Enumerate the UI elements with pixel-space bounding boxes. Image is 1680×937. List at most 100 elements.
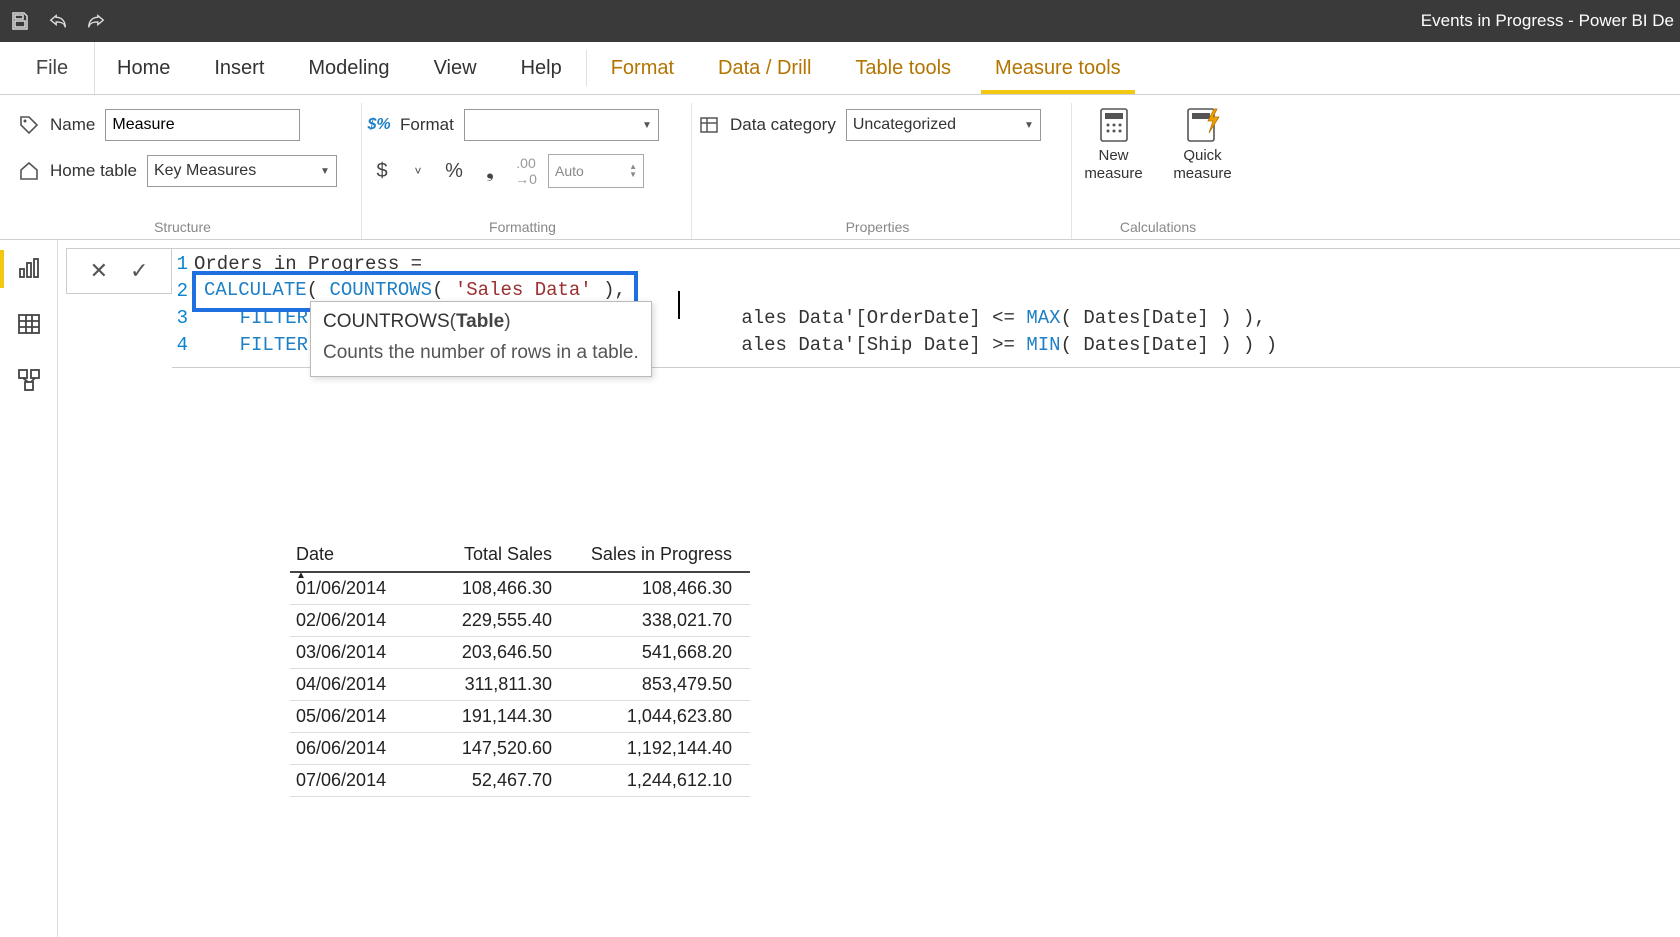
group-label-properties: Properties	[698, 215, 1057, 235]
tab-home[interactable]: Home	[95, 42, 192, 94]
name-label: Name	[50, 115, 95, 135]
cell-total: 203,646.50	[410, 637, 570, 669]
cell-date: 06/06/2014	[290, 733, 410, 765]
calculator-icon	[1093, 107, 1135, 143]
cell-progress: 1,192,144.40	[570, 733, 750, 765]
report-canvas: ✕ ✓ 1 Orders in Progress = 2 3 FILTER(	[58, 240, 1680, 937]
tooltip-function: COUNTROWS	[323, 311, 450, 332]
group-label-calculations: Calculations	[1078, 215, 1238, 235]
cell-total: 108,466.30	[410, 572, 570, 605]
ribbon-group-structure: Name Home table Key Measures ▼ Structure	[12, 103, 362, 239]
cell-date: 07/06/2014	[290, 765, 410, 797]
tooltip-description: Counts the number of rows in a table.	[323, 339, 639, 366]
line-number: 2	[172, 278, 194, 305]
chevron-down-icon: ▼	[642, 120, 652, 131]
ribbon-tabs: File HomeInsertModelingViewHelpFormatDat…	[0, 42, 1680, 95]
workspace: ✕ ✓ 1 Orders in Progress = 2 3 FILTER(	[0, 240, 1680, 937]
formula-bar[interactable]: 1 Orders in Progress = 2 3 FILTER( ales …	[172, 248, 1680, 368]
cell-total: 147,520.60	[410, 733, 570, 765]
table-row[interactable]: 03/06/2014203,646.50541,668.20	[290, 637, 750, 669]
data-view-icon[interactable]	[15, 310, 43, 338]
tab-data-drill[interactable]: Data / Drill	[696, 42, 833, 94]
cell-date: 02/06/2014	[290, 605, 410, 637]
tab-view[interactable]: View	[412, 42, 499, 94]
data-category-select[interactable]: Uncategorized ▼	[846, 109, 1041, 141]
table-row[interactable]: 06/06/2014147,520.601,192,144.40	[290, 733, 750, 765]
cell-progress: 853,479.50	[570, 669, 750, 701]
cell-total: 191,144.30	[410, 701, 570, 733]
new-measure-label: New measure	[1084, 147, 1142, 183]
tab-modeling[interactable]: Modeling	[286, 42, 411, 94]
tab-measure-tools[interactable]: Measure tools	[973, 42, 1143, 94]
home-table-icon	[18, 160, 40, 182]
cell-total: 311,811.30	[410, 669, 570, 701]
cell-date: 01/06/2014	[290, 572, 410, 605]
tab-insert[interactable]: Insert	[192, 42, 286, 94]
text-cursor-icon	[678, 291, 680, 319]
ribbon-group-calculations: New measure Quick measure Calculations	[1072, 103, 1252, 239]
table-row[interactable]: 02/06/2014229,555.40338,021.70	[290, 605, 750, 637]
table-row[interactable]: 07/06/201452,467.701,244,612.10	[290, 765, 750, 797]
table-row[interactable]: 01/06/2014108,466.30108,466.30	[290, 572, 750, 605]
chevron-down-icon[interactable]: ▼	[629, 171, 637, 179]
thousands-button[interactable]: ❟	[476, 160, 504, 183]
intellisense-tooltip: COUNTROWS(Table) Counts the number of ro…	[310, 301, 652, 377]
percent-button[interactable]: %	[440, 160, 468, 183]
format-label: Format	[400, 115, 454, 135]
model-view-icon[interactable]	[15, 366, 43, 394]
cell-total: 229,555.40	[410, 605, 570, 637]
measure-name-input[interactable]	[105, 109, 300, 141]
new-measure-button[interactable]: New measure	[1078, 107, 1149, 183]
cell-progress: 338,021.70	[570, 605, 750, 637]
home-table-label: Home table	[50, 161, 137, 181]
cell-progress: 541,668.20	[570, 637, 750, 669]
line-number: 3	[172, 305, 194, 332]
cell-date: 04/06/2014	[290, 669, 410, 701]
decimal-shift-icon[interactable]: .00→0	[512, 155, 540, 187]
cell-progress: 1,244,612.10	[570, 765, 750, 797]
report-view-icon[interactable]	[15, 254, 43, 282]
tab-help[interactable]: Help	[499, 42, 584, 94]
data-category-icon	[698, 114, 720, 136]
save-icon[interactable]	[10, 11, 30, 31]
line-number: 4	[172, 332, 194, 359]
undo-icon[interactable]	[48, 11, 68, 31]
calculator-lightning-icon	[1182, 107, 1224, 143]
line-number: 1	[172, 251, 194, 278]
cell-progress: 1,044,623.80	[570, 701, 750, 733]
column-header-total-sales[interactable]: Total Sales	[410, 540, 570, 572]
home-table-select[interactable]: Key Measures ▼	[147, 155, 337, 187]
decimal-places-input[interactable]: Auto ▲▼	[548, 154, 644, 188]
cell-progress: 108,466.30	[570, 572, 750, 605]
redo-icon[interactable]	[86, 11, 106, 31]
table-row[interactable]: 04/06/2014311,811.30853,479.50	[290, 669, 750, 701]
cell-total: 52,467.70	[410, 765, 570, 797]
active-view-indicator	[0, 250, 4, 288]
group-label-structure: Structure	[18, 215, 347, 235]
chevron-down-icon: ▼	[1024, 120, 1034, 131]
cancel-formula-icon[interactable]: ✕	[90, 258, 108, 284]
table-row[interactable]: 05/06/2014191,144.301,044,623.80	[290, 701, 750, 733]
commit-formula-icon[interactable]: ✓	[130, 258, 148, 284]
ribbon: Name Home table Key Measures ▼ Structure	[0, 95, 1680, 240]
currency-dropdown-icon[interactable]: ˅	[404, 164, 432, 178]
format-icon: $%	[368, 114, 390, 136]
decimal-placeholder: Auto	[555, 163, 584, 179]
quick-measure-button[interactable]: Quick measure	[1167, 107, 1238, 183]
tab-table-tools[interactable]: Table tools	[833, 42, 973, 94]
data-category-label: Data category	[730, 115, 836, 135]
column-header-date[interactable]: Date ▲	[290, 540, 410, 572]
table-visual[interactable]: Date ▲ Total Sales Sales in Progress 01/…	[290, 540, 750, 797]
file-tab[interactable]: File	[10, 42, 95, 94]
column-header-sales-in-progress[interactable]: Sales in Progress	[570, 540, 750, 572]
formula-action-box: ✕ ✓	[66, 248, 172, 294]
format-select[interactable]: ▼	[464, 109, 659, 141]
title-bar: Events in Progress - Power BI De	[0, 0, 1680, 42]
quick-measure-label: Quick measure	[1173, 147, 1231, 183]
cell-date: 05/06/2014	[290, 701, 410, 733]
tab-format[interactable]: Format	[589, 42, 696, 94]
cell-date: 03/06/2014	[290, 637, 410, 669]
currency-button[interactable]: $	[368, 160, 396, 183]
home-table-value: Key Measures	[154, 162, 256, 180]
ribbon-group-formatting: $% Format ▼ $ ˅ % ❟ .00→0 Auto ▲▼	[362, 103, 692, 239]
